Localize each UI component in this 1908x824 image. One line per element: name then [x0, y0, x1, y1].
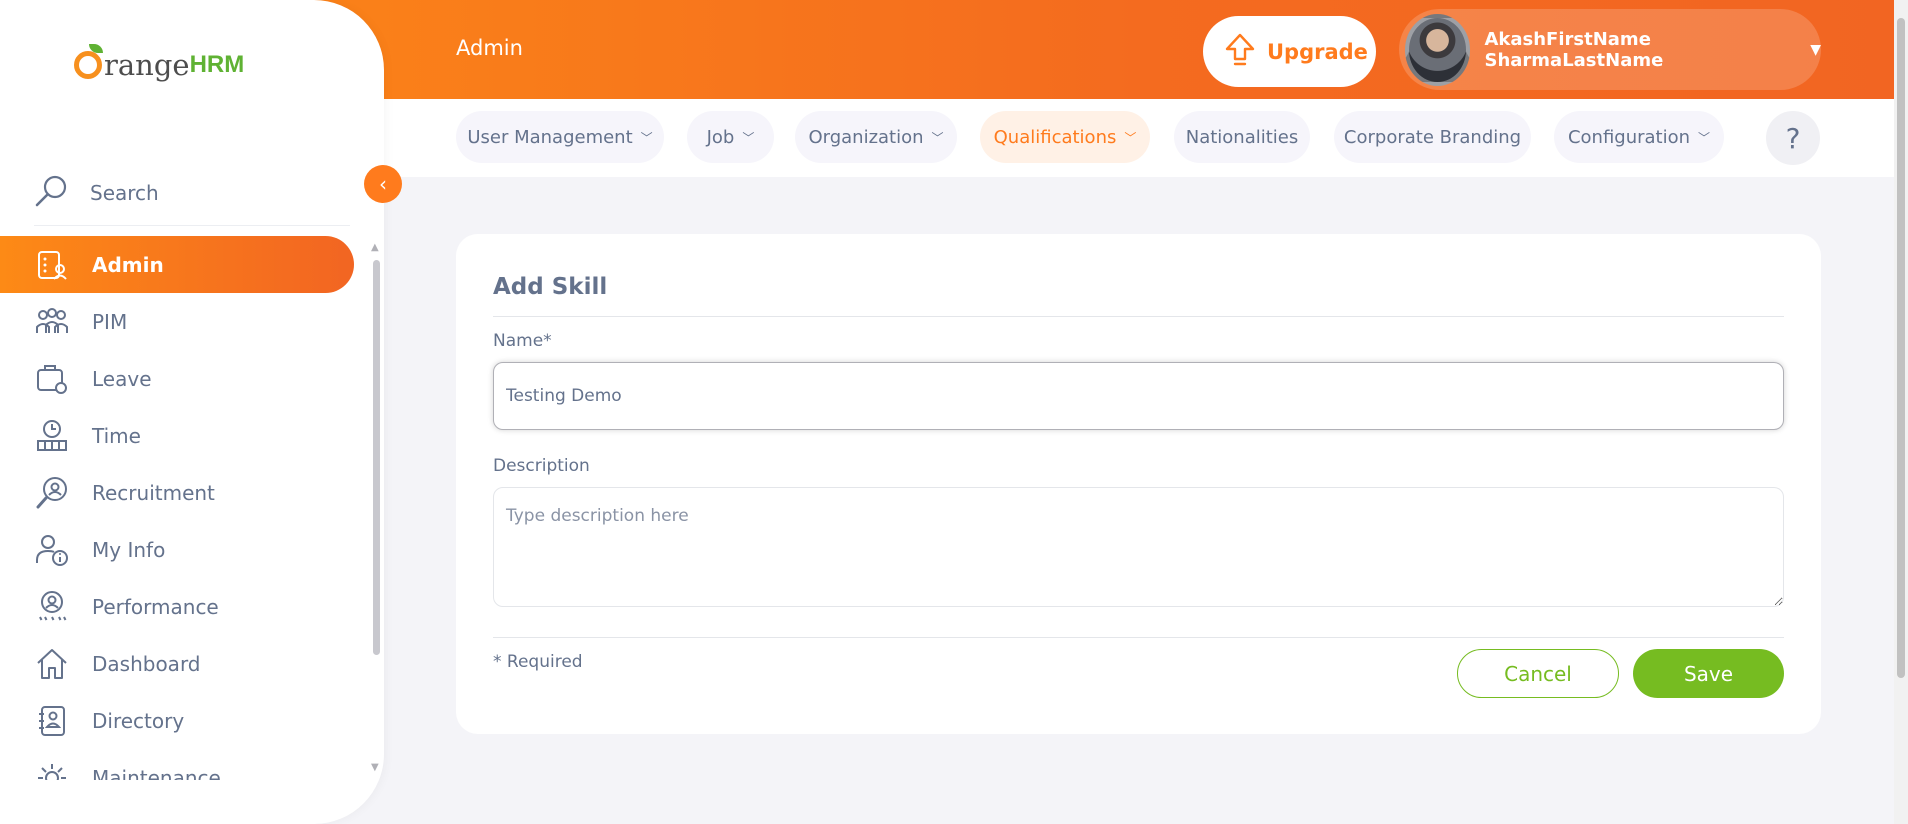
upgrade-label: Upgrade: [1267, 39, 1368, 64]
leave-icon: [34, 361, 70, 397]
tab-label: Qualifications: [993, 126, 1117, 148]
sidebar-search[interactable]: Search: [34, 160, 350, 226]
caret-down-icon: ▼: [1810, 41, 1821, 58]
time-icon: [34, 418, 70, 454]
tab-corporate-branding[interactable]: Corporate Branding: [1334, 111, 1531, 163]
chevron-down-icon: ﹀: [640, 130, 653, 145]
recruitment-icon: [34, 475, 70, 511]
tab-label: User Management: [467, 126, 633, 148]
chevron-down-icon: ﹀: [1124, 130, 1137, 145]
page-scroll-thumb[interactable]: [1897, 18, 1905, 678]
user-name: AkashFirstName SharmaLastName: [1484, 28, 1664, 71]
tab-qualifications[interactable]: Qualifications ﹀: [980, 111, 1150, 163]
tab-label: Corporate Branding: [1343, 126, 1522, 148]
sidebar-item-recruitment[interactable]: Recruitment: [0, 464, 354, 521]
chevron-down-icon: ﹀: [1698, 130, 1711, 145]
upgrade-button[interactable]: Upgrade: [1203, 16, 1376, 87]
tab-user-management[interactable]: User Management ﹀: [456, 111, 664, 163]
actions-divider: [493, 637, 1784, 638]
chevron-left-icon: ‹: [379, 172, 387, 196]
orangehrm-logo[interactable]: range HRM: [74, 44, 245, 82]
tab-label: Nationalities: [1185, 126, 1299, 148]
my-info-icon: [34, 532, 70, 568]
sidebar: range HRM Search Admin PIM Leave Time Re…: [0, 0, 384, 824]
scroll-down-icon[interactable]: ▼: [371, 762, 379, 773]
cancel-button[interactable]: Cancel: [1457, 649, 1619, 698]
collapse-sidebar-button[interactable]: ‹: [364, 165, 402, 203]
sidebar-item-label: Performance: [92, 594, 219, 619]
sidebar-item-time[interactable]: Time: [0, 407, 354, 464]
dashboard-icon: [34, 646, 70, 682]
sidebar-item-pim[interactable]: PIM: [0, 293, 354, 350]
sidebar-item-label: Time: [92, 423, 141, 448]
sidebar-menu: Admin PIM Leave Time Recruitment My Info…: [0, 236, 360, 780]
upgrade-arrow-icon: [1225, 33, 1255, 71]
sidebar-item-label: PIM: [92, 309, 128, 334]
logo-orange-icon: [74, 44, 103, 79]
sidebar-scroll-thumb[interactable]: [373, 260, 380, 655]
tab-configuration[interactable]: Configuration ﹀: [1554, 111, 1724, 163]
tab-label: Job: [706, 126, 735, 148]
sidebar-item-my-info[interactable]: My Info: [0, 521, 354, 578]
search-icon: [34, 173, 70, 213]
name-label: Name*: [493, 331, 552, 351]
help-button[interactable]: ?: [1766, 111, 1820, 165]
sidebar-item-label: Recruitment: [92, 480, 215, 505]
admin-subnav: User Management ﹀ Job ﹀ Organization ﹀ Qual…: [384, 99, 1898, 177]
tab-nationalities[interactable]: Nationalities: [1174, 111, 1310, 163]
description-field[interactable]: [493, 487, 1784, 607]
form-title: Add Skill: [493, 274, 608, 300]
logo-text: range: [104, 48, 190, 82]
title-divider: [493, 316, 1784, 317]
description-label: Description: [493, 456, 590, 476]
scroll-up-icon[interactable]: ▲: [371, 242, 379, 253]
chevron-down-icon: ﹀: [742, 130, 755, 145]
admin-icon: [34, 247, 70, 283]
sidebar-item-leave[interactable]: Leave: [0, 350, 354, 407]
tab-job[interactable]: Job ﹀: [687, 111, 774, 163]
user-menu[interactable]: AkashFirstName SharmaLastName ▼: [1399, 9, 1821, 90]
tab-label: Organization: [808, 126, 924, 148]
name-field[interactable]: [493, 362, 1784, 430]
sidebar-item-label: My Info: [92, 537, 166, 562]
required-note: * Required: [493, 652, 583, 672]
sidebar-item-label: Leave: [92, 366, 152, 391]
chevron-down-icon: ﹀: [931, 130, 944, 145]
pim-icon: [34, 304, 70, 340]
sidebar-item-admin[interactable]: Admin: [0, 236, 354, 293]
sidebar-item-label: Directory: [92, 708, 185, 733]
add-skill-card: Add Skill Name* Description * Required C…: [456, 234, 1821, 734]
tab-organization[interactable]: Organization ﹀: [795, 111, 957, 163]
save-button[interactable]: Save: [1633, 649, 1784, 698]
sidebar-item-label: Maintenance: [92, 765, 221, 781]
logo-hrm-text: HRM: [189, 51, 245, 78]
directory-icon: [34, 703, 70, 739]
search-label: Search: [90, 180, 159, 205]
sidebar-item-label: Admin: [92, 252, 164, 277]
performance-icon: [34, 589, 70, 625]
sidebar-item-maintenance[interactable]: Maintenance: [0, 749, 354, 780]
avatar: [1405, 13, 1471, 86]
tab-label: Configuration: [1567, 126, 1691, 148]
page-title: Admin: [456, 36, 523, 60]
sidebar-item-directory[interactable]: Directory: [0, 692, 354, 749]
page-scrollbar[interactable]: [1894, 0, 1908, 824]
sidebar-item-label: Dashboard: [92, 651, 201, 676]
maintenance-icon: [34, 760, 70, 780]
sidebar-item-dashboard[interactable]: Dashboard: [0, 635, 354, 692]
sidebar-item-performance[interactable]: Performance: [0, 578, 354, 635]
